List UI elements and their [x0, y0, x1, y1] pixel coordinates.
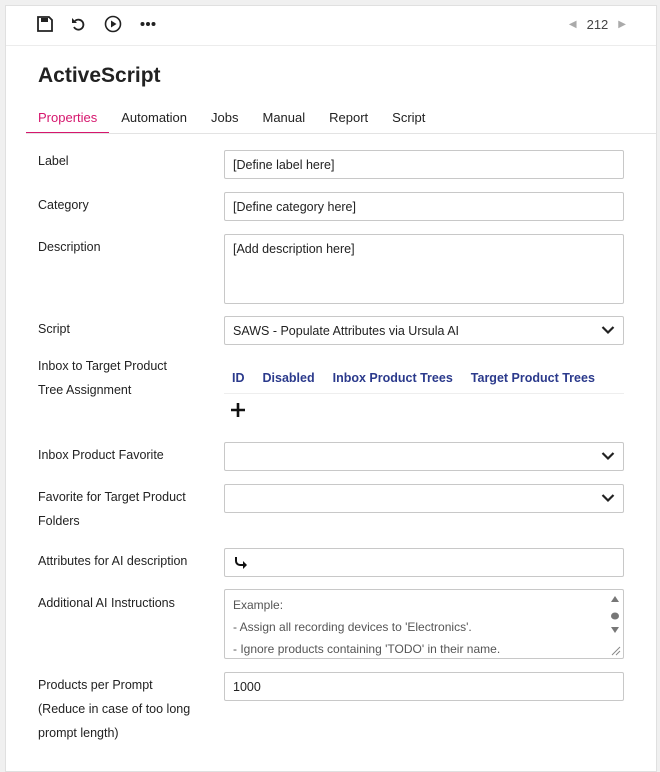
column-header-id[interactable]: ID [232, 371, 245, 385]
script-select-value: SAWS - Populate Attributes via Ursula AI [233, 323, 460, 338]
tab-script[interactable]: Script [380, 110, 437, 134]
products-per-prompt-input[interactable]: 1000 [224, 672, 624, 701]
pager: ◀ 212 ▶ [569, 16, 626, 32]
properties-panel: ◀ 212 ▶ ActiveScript Properties Automati… [5, 5, 657, 772]
tab-automation[interactable]: Automation [109, 110, 199, 134]
more-icon[interactable] [138, 14, 158, 34]
label-field-label: Label [38, 154, 69, 168]
page-number: 212 [586, 16, 609, 32]
page-title: ActiveScript [38, 64, 161, 87]
inbox-favorite-select[interactable] [224, 442, 624, 471]
tab-report[interactable]: Report [317, 110, 380, 134]
tree-assignment-table-header: ID Disabled Inbox Product Trees Target P… [224, 362, 624, 394]
ai-instructions-line: - Assign all recording devices to 'Elect… [233, 620, 472, 634]
tab-manual[interactable]: Manual [250, 110, 317, 134]
products-per-prompt-label-line2: (Reduce in case of too long [38, 702, 191, 716]
column-header-target-trees[interactable]: Target Product Trees [471, 371, 595, 385]
tab-jobs[interactable]: Jobs [199, 110, 250, 134]
tab-divider [26, 133, 656, 134]
save-icon[interactable] [35, 14, 55, 34]
tree-assignment-label-line1: Inbox to Target Product [38, 359, 168, 373]
add-icon[interactable] [230, 402, 246, 418]
script-select[interactable]: SAWS - Populate Attributes via Ursula AI [224, 316, 624, 345]
toolbar: ◀ 212 ▶ [6, 6, 656, 46]
inbox-favorite-label: Inbox Product Favorite [38, 448, 164, 462]
tree-assignment-label-line2: Tree Assignment [38, 383, 132, 397]
column-header-disabled[interactable]: Disabled [263, 371, 315, 385]
tab-bar: Properties Automation Jobs Manual Report… [26, 110, 437, 134]
target-favorite-label-line1: Favorite for Target Product [38, 490, 186, 504]
chevron-down-icon [601, 452, 615, 461]
category-field-label: Category [38, 198, 89, 212]
category-input[interactable]: [Define category here] [224, 192, 624, 221]
tab-properties[interactable]: Properties [26, 110, 110, 134]
description-field-label: Description [38, 240, 101, 254]
products-per-prompt-label-line1: Products per Prompt [38, 678, 153, 692]
previous-icon[interactable]: ◀ [569, 19, 577, 30]
undo-icon[interactable] [69, 14, 89, 34]
chevron-down-icon [601, 494, 615, 503]
chevron-down-icon [601, 326, 615, 335]
ai-attributes-field[interactable] [224, 548, 624, 577]
resize-grip-icon[interactable] [611, 646, 621, 656]
ai-instructions-line: - Ignore products containing 'TODO' in t… [233, 642, 501, 656]
ai-attributes-label: Attributes for AI description [38, 554, 188, 568]
link-arrow-icon[interactable] [233, 555, 249, 571]
next-icon[interactable]: ▶ [618, 19, 626, 30]
products-per-prompt-label-line3: prompt length) [38, 726, 119, 740]
description-textarea[interactable]: [Add description here] [224, 234, 624, 304]
play-icon[interactable] [103, 14, 123, 34]
label-input[interactable]: [Define label here] [224, 150, 624, 179]
ai-instructions-textarea[interactable]: Example: - Assign all recording devices … [224, 589, 624, 659]
target-favorite-select[interactable] [224, 484, 624, 513]
script-field-label: Script [38, 322, 70, 336]
ai-instructions-label: Additional AI Instructions [38, 596, 175, 610]
target-favorite-label-line2: Folders [38, 514, 80, 528]
ai-instructions-line: Example: [233, 598, 284, 612]
column-header-inbox-trees[interactable]: Inbox Product Trees [333, 371, 453, 385]
